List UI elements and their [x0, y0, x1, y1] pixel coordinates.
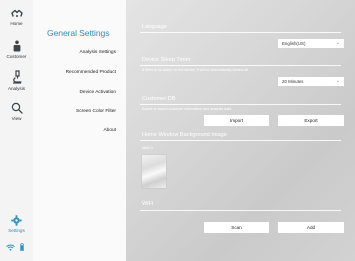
nav-label-settings: Settings	[8, 228, 25, 233]
menu-item-analysis-settings[interactable]: Analysis Settings	[79, 50, 116, 55]
sleep-timer-title: Device Sleep Timer	[142, 57, 191, 63]
customer-db-hint: Export or import customer information an…	[142, 107, 233, 111]
nav-item-customer[interactable]: Customer	[0, 40, 33, 59]
divider	[140, 104, 341, 105]
divider	[140, 32, 341, 33]
wifi-scan-button[interactable]: Scan	[204, 222, 269, 233]
microscope-icon	[12, 70, 22, 84]
nav-item-settings[interactable]: Settings	[0, 215, 33, 233]
nav-item-home[interactable]: Home	[0, 9, 33, 26]
sleep-timer-hint: If there is no action on the device, it …	[142, 68, 249, 72]
wifi-title: WiFi	[142, 201, 154, 207]
chevron-down-icon: ⌄	[335, 78, 340, 84]
wifi-add-button[interactable]: Add	[278, 222, 344, 233]
menu-item-about[interactable]: About	[103, 128, 116, 133]
settings-menu: General Settings Analysis Settings Recom…	[33, 0, 126, 261]
wifi-icon	[6, 244, 15, 251]
sleep-timer-value: 20 Minutes	[282, 79, 304, 84]
nav-rail: Home Customer Analysis View Settings	[0, 0, 34, 261]
gear-icon	[11, 215, 22, 226]
import-button[interactable]: Import	[204, 115, 269, 126]
nav-label-view: View	[11, 116, 22, 121]
language-title: Language	[142, 24, 167, 30]
home-icon	[10, 9, 23, 17]
settings-window: Home Customer Analysis View Settings Gen…	[0, 0, 355, 261]
divider	[140, 140, 341, 141]
background-image-thumbnail[interactable]	[142, 155, 166, 188]
chevron-down-icon: ⌄	[335, 40, 340, 46]
settings-content: Language English(US) ⌄ Device Sleep Time…	[126, 0, 355, 261]
background-image-hint: Mark it	[142, 146, 153, 150]
language-select[interactable]: English(US) ⌄	[278, 39, 344, 48]
nav-item-analysis[interactable]: Analysis	[0, 70, 33, 91]
menu-item-screen-color-filter[interactable]: Screen Color Filter	[76, 109, 116, 114]
menu-item-recommended-product[interactable]: Recommended Product	[66, 70, 116, 75]
battery-icon	[20, 243, 24, 251]
divider	[140, 65, 341, 66]
divider	[140, 210, 341, 211]
nav-label-customer: Customer	[6, 54, 27, 59]
sleep-timer-select[interactable]: 20 Minutes ⌄	[278, 77, 344, 86]
language-value: English(US)	[282, 41, 306, 46]
nav-item-view[interactable]: View	[0, 102, 33, 121]
background-image-title: Home Window Background Image	[142, 132, 227, 138]
customer-db-title: Customer DB	[142, 96, 176, 102]
export-button[interactable]: Export	[278, 115, 344, 126]
page-title: General Settings	[47, 28, 110, 38]
nav-label-home: Home	[10, 21, 23, 26]
nav-label-analysis: Analysis	[7, 86, 26, 91]
menu-item-device-activation[interactable]: Device Activation	[79, 90, 116, 95]
customer-icon	[13, 40, 20, 52]
magnifier-icon	[11, 102, 23, 114]
